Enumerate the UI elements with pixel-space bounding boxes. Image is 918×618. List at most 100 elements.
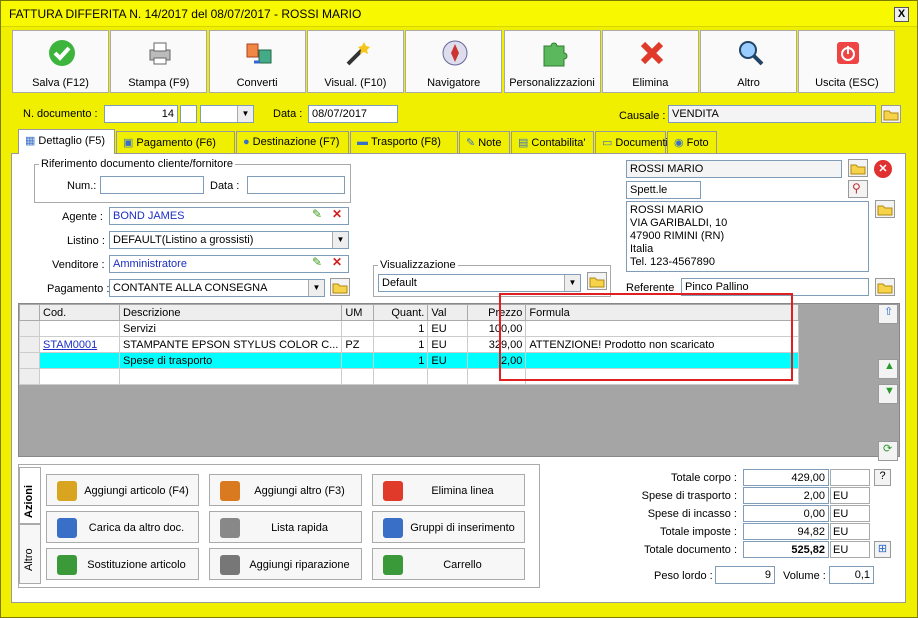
chevron-down-icon[interactable]: ▼	[332, 232, 348, 248]
close-window-button[interactable]: X	[894, 7, 909, 22]
chevron-down-icon[interactable]: ▼	[564, 275, 580, 291]
box-plus-icon	[57, 481, 77, 501]
tab-4[interactable]: ✎ Note	[459, 131, 510, 153]
ref-date-input[interactable]	[247, 176, 345, 194]
row-selector[interactable]	[19, 352, 40, 369]
total-value[interactable]: 429,00	[743, 469, 829, 486]
cell-desc[interactable]: Spese di trasporto	[118, 352, 343, 369]
customer-name[interactable]: ROSSI MARIO	[626, 160, 842, 178]
tab-1[interactable]: ▣ Pagamento (F6)	[116, 131, 235, 153]
causale-input[interactable]: VENDITA	[668, 105, 876, 123]
doc-series-select[interactable]: ▼	[200, 105, 254, 123]
side-tab-azioni[interactable]: Azioni	[19, 467, 41, 524]
cell-cod[interactable]: STAM0001	[39, 336, 120, 353]
cell-um[interactable]	[341, 320, 375, 337]
empty-cell[interactable]	[39, 368, 120, 385]
empty-cell[interactable]	[118, 368, 343, 385]
convert-button[interactable]: Converti	[208, 30, 306, 93]
tab-0[interactable]: ▦ Dettaglio (F5)	[18, 129, 115, 154]
customer-folder-button[interactable]	[848, 159, 868, 177]
row-selector[interactable]	[19, 336, 40, 353]
empty-cell[interactable]	[341, 368, 375, 385]
clear-x-icon[interactable]: ✕	[332, 255, 342, 269]
total-value[interactable]: 0,00	[743, 505, 829, 522]
listino-select[interactable]: DEFAULT(Listino a grossisti)	[109, 231, 349, 249]
cell-um[interactable]	[341, 352, 375, 369]
cart-button[interactable]: Carrello	[372, 548, 525, 580]
total-value[interactable]: 525,82	[743, 541, 829, 558]
move-down-button[interactable]: ▼	[878, 384, 898, 404]
cell-desc[interactable]: Servizi	[118, 320, 343, 337]
pencil-icon[interactable]: ✎	[312, 255, 322, 269]
cell-qty[interactable]: 1	[373, 336, 429, 353]
doc-number-input[interactable]: 14	[104, 105, 178, 123]
cell-val[interactable]: EU	[427, 320, 469, 337]
quick-list-button[interactable]: Lista rapida	[209, 511, 362, 543]
cell-um[interactable]: PZ	[341, 336, 375, 353]
side-tab-altro[interactable]: Altro	[19, 524, 41, 584]
referente-folder-button[interactable]	[875, 278, 895, 296]
exit-button[interactable]: Uscita (ESC)	[798, 30, 896, 93]
col-cod[interactable]: Cod.	[39, 304, 120, 321]
cell-cod[interactable]	[39, 320, 120, 337]
total-value[interactable]: 2,00	[743, 487, 829, 504]
cell-cod[interactable]	[39, 352, 120, 369]
customize-button[interactable]: Personalizzazioni	[503, 30, 601, 93]
col-val[interactable]: Val	[427, 304, 469, 321]
other-button[interactable]: Altro	[700, 30, 798, 93]
clear-x-icon[interactable]: ✕	[332, 207, 342, 221]
load-doc-button[interactable]: Carica da altro doc.	[46, 511, 199, 543]
tab-6[interactable]: ▭ Documenti	[595, 131, 668, 153]
add-repair-button[interactable]: Aggiungi riparazione	[209, 548, 362, 580]
causale-folder-button[interactable]	[881, 105, 901, 123]
save-button[interactable]: Salva (F12)	[12, 30, 109, 93]
delete-button[interactable]: Elimina	[601, 30, 699, 93]
navigator-button[interactable]: Navigatore	[405, 30, 503, 93]
row-selector[interactable]	[19, 320, 40, 337]
ref-num-input[interactable]	[100, 176, 204, 194]
col-qty[interactable]: Quant.	[373, 304, 429, 321]
help-button[interactable]: ?	[874, 469, 891, 486]
preview-button[interactable]: Visual. (F10)	[306, 30, 404, 93]
print-button[interactable]: Stampa (F9)	[110, 30, 208, 93]
tab-7[interactable]: ◉ Foto	[667, 131, 717, 153]
col-desc[interactable]: Descrizione	[118, 304, 343, 321]
tab-2[interactable]: ● Destinazione (F7)	[236, 131, 349, 153]
view-select[interactable]: Default	[378, 274, 581, 292]
tab-3[interactable]: ▬ Trasporto (F8)	[350, 131, 458, 153]
weight-input[interactable]: 9	[715, 566, 775, 584]
col-um[interactable]: UM	[341, 304, 375, 321]
customer-address[interactable]: ROSSI MARIO VIA GARIBALDI, 10 47900 RIMINI…	[626, 201, 869, 272]
cell-qty[interactable]: 1	[373, 352, 429, 369]
cell-desc[interactable]: STAMPANTE EPSON STYLUS COLOR C...	[118, 336, 343, 353]
insert-groups-button[interactable]: Gruppi di inserimento	[372, 511, 525, 543]
salutation-input[interactable]: Spett.le	[626, 181, 701, 199]
delete-line-button[interactable]: Elimina linea	[372, 474, 525, 506]
date-input[interactable]: 08/07/2017	[308, 105, 398, 123]
doc-suffix-input[interactable]	[180, 105, 197, 123]
customer-search-button[interactable]: ⚲	[848, 180, 868, 198]
calculator-button[interactable]: ⊞	[874, 541, 891, 558]
cell-val[interactable]: EU	[427, 352, 469, 369]
refresh-lines-button[interactable]: ⟳	[878, 441, 898, 461]
address-folder-button[interactable]	[875, 200, 895, 218]
row-selector[interactable]	[19, 368, 40, 385]
replace-article-button[interactable]: Sostituzione articolo	[46, 548, 199, 580]
cell-qty[interactable]: 1	[373, 320, 429, 337]
pagamento-select[interactable]: CONTANTE ALLA CONSEGNA	[109, 279, 325, 297]
empty-cell[interactable]	[427, 368, 469, 385]
pagamento-folder-button[interactable]	[330, 278, 350, 296]
total-value[interactable]: 94,82	[743, 523, 829, 540]
pencil-icon[interactable]: ✎	[312, 207, 322, 221]
cell-val[interactable]: EU	[427, 336, 469, 353]
add-article-button[interactable]: Aggiungi articolo (F4)	[46, 474, 199, 506]
tab-5[interactable]: ▤ Contabilita'	[511, 131, 594, 153]
empty-cell[interactable]	[373, 368, 429, 385]
add-other-button[interactable]: Aggiungi altro (F3)	[209, 474, 362, 506]
volume-input[interactable]: 0,1	[829, 566, 874, 584]
view-folder-button[interactable]	[587, 272, 607, 290]
chevron-down-icon[interactable]: ▼	[308, 280, 324, 296]
move-top-button[interactable]: ⇧	[878, 304, 898, 324]
remove-customer-icon[interactable]: ✕	[874, 160, 892, 178]
move-up-button[interactable]: ▲	[878, 359, 898, 379]
